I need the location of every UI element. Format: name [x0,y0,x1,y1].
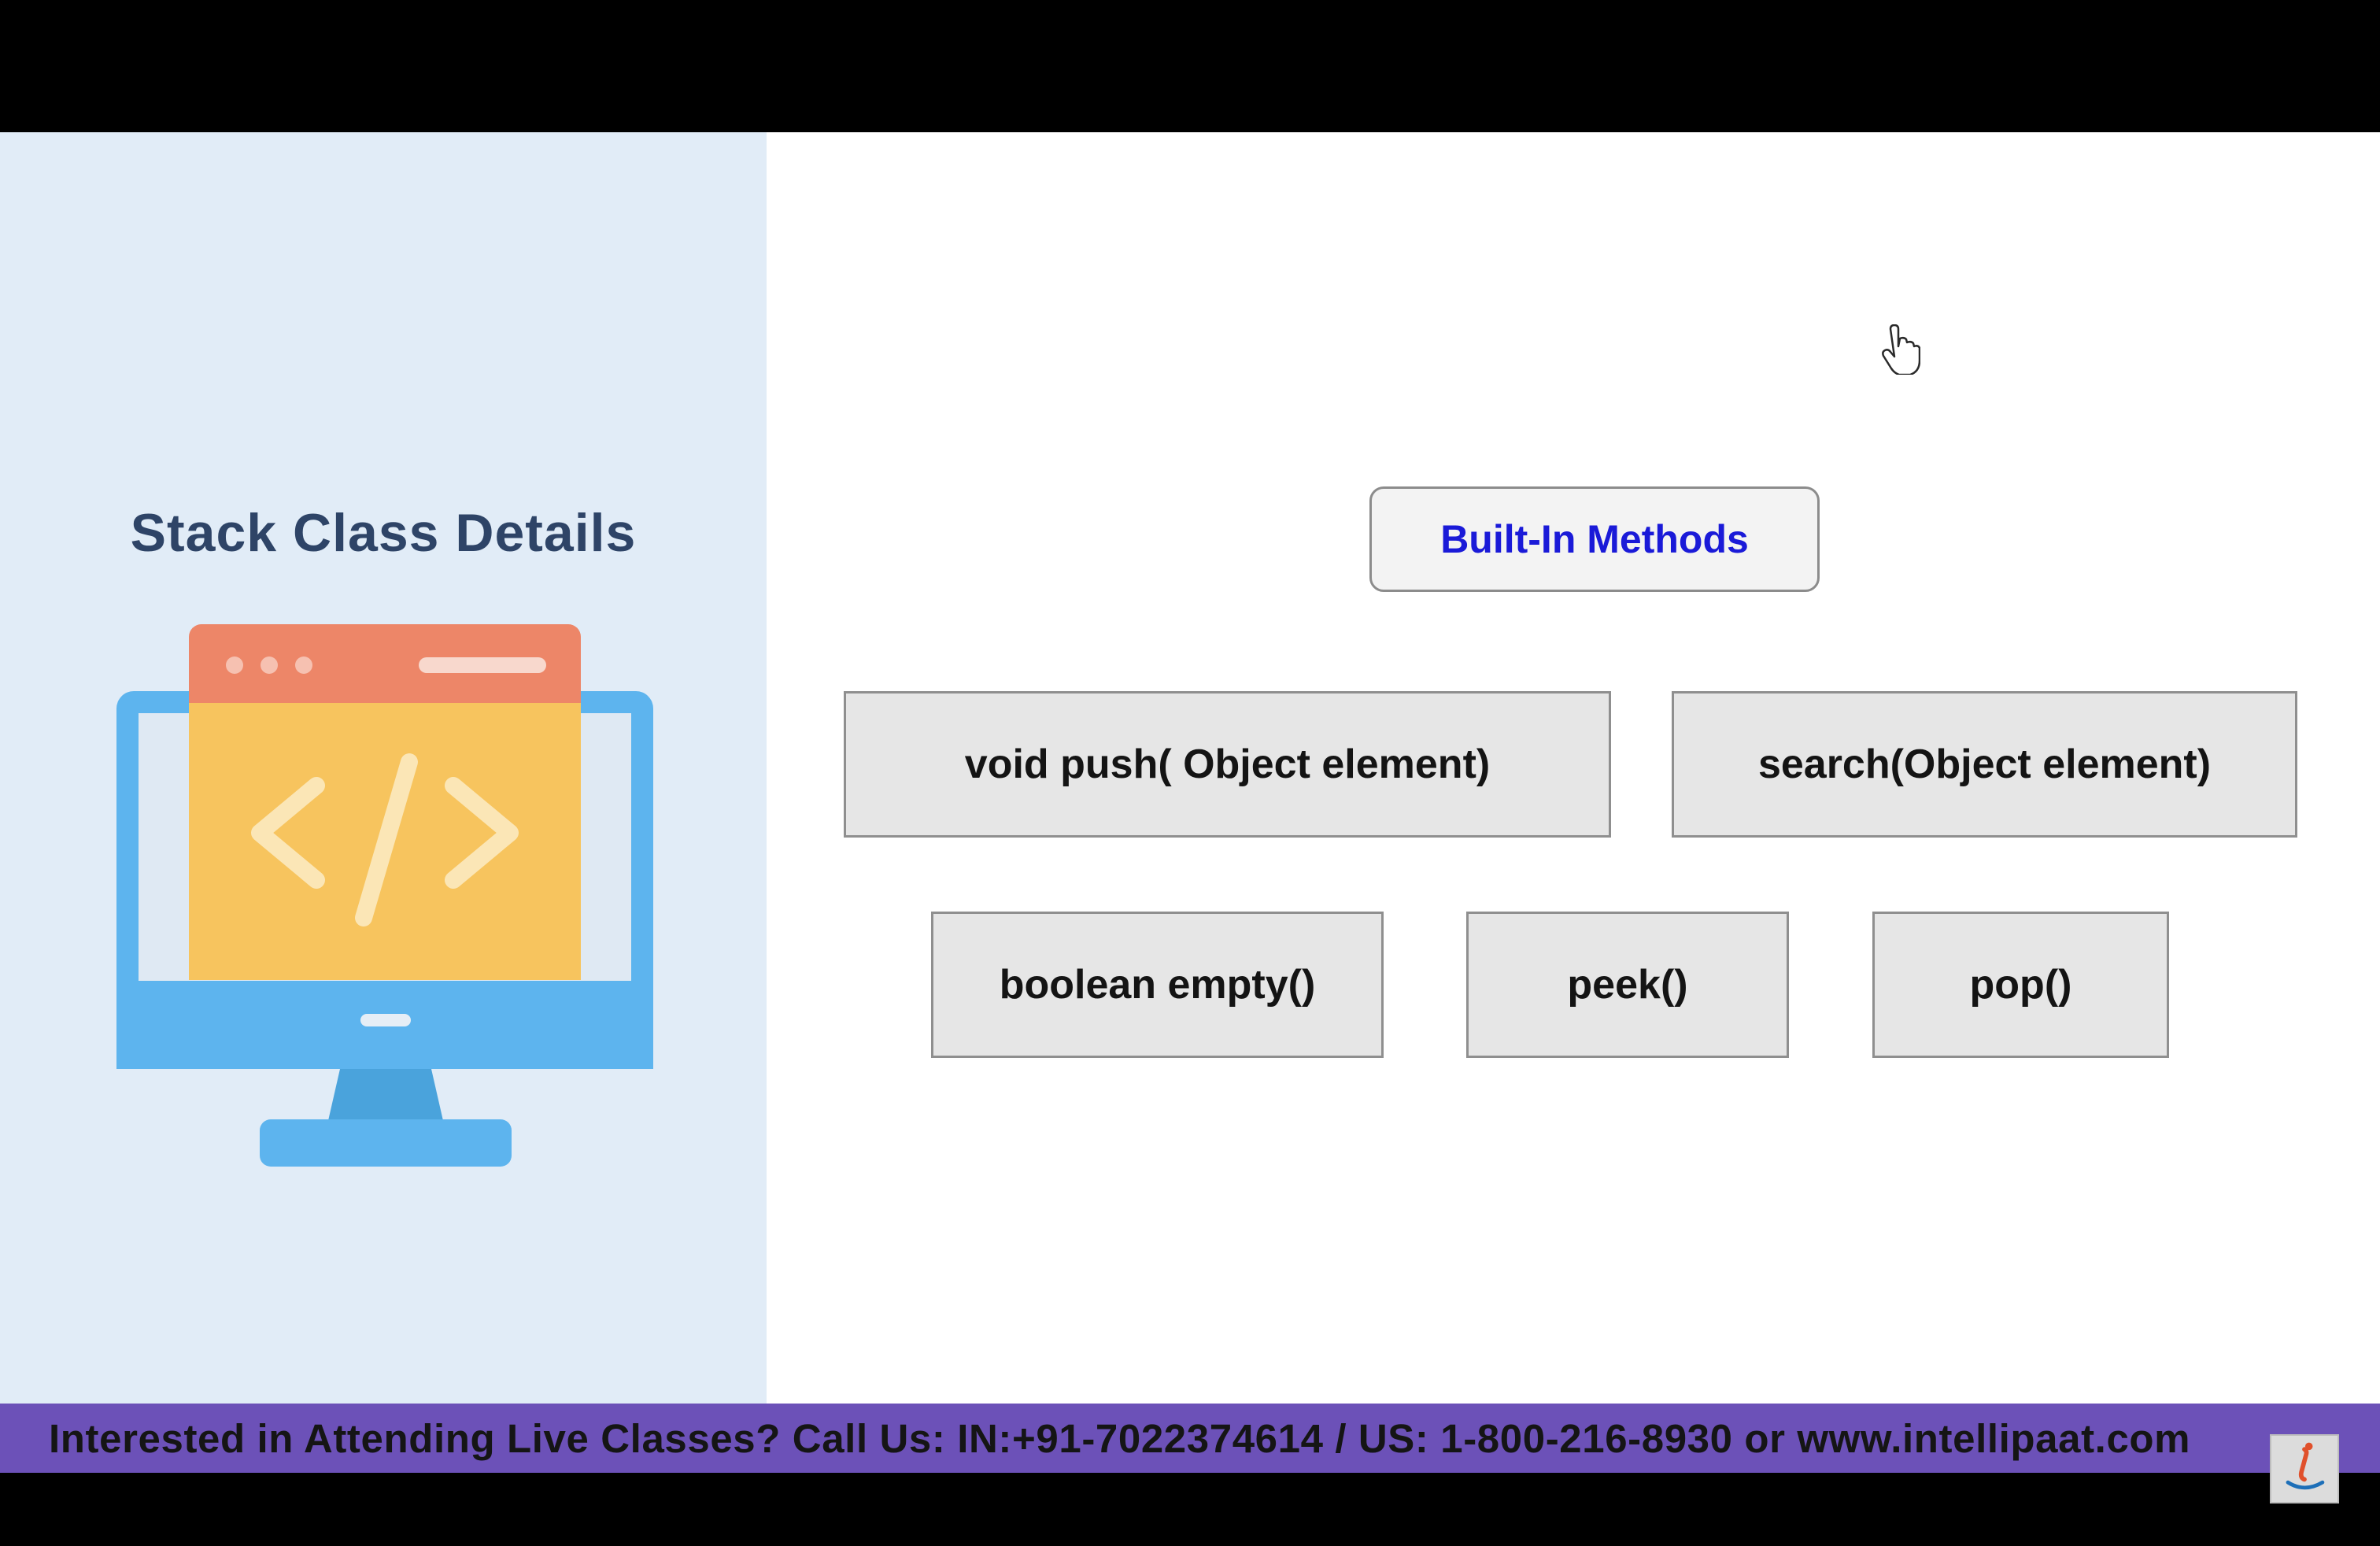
slide-title: Stack Class Details [130,503,637,563]
slide: Stack Class Details Built-In Methods voi… [0,132,2380,1404]
bottom-letterbox-bar [0,1473,2380,1546]
promo-banner: Interested in Attending Live Classes? Ca… [0,1404,2380,1473]
method-box-search: search(Object element) [1672,691,2297,838]
method-box-peek: peek() [1466,912,1789,1058]
method-box-empty: boolean empty() [931,912,1384,1058]
method-box-pop: pop() [1872,912,2169,1058]
hand-pointer-icon [1882,324,1920,375]
monitor-code-icon [116,624,653,1167]
built-in-methods-heading: Built-In Methods [1369,486,1820,592]
method-box-push: void push( Object element) [844,691,1611,838]
top-letterbox-bar [0,0,2380,132]
intellipaat-logo-icon [2270,1434,2339,1503]
left-panel: Stack Class Details [0,132,767,1404]
promo-banner-text: Interested in Attending Live Classes? Ca… [49,1415,2191,1461]
